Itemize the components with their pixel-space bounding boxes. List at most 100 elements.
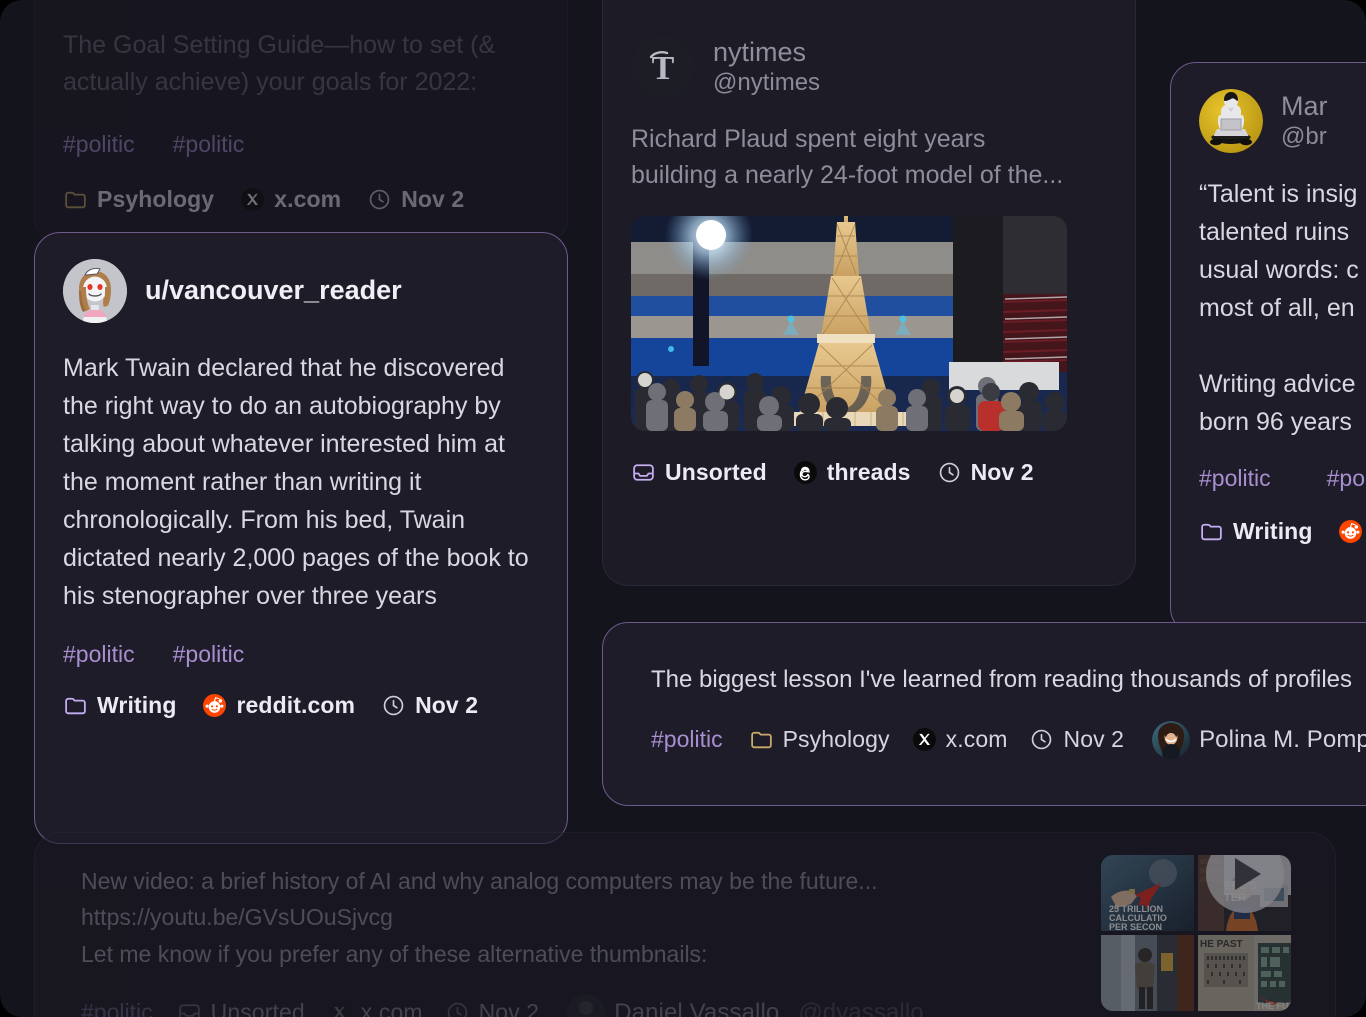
meta-date: Nov 2: [367, 186, 464, 213]
meta-date: Nov 2: [445, 999, 540, 1017]
card-board: The Goal Setting Guide—how to set (& act…: [0, 0, 1366, 1017]
folder-icon: [750, 731, 772, 749]
svg-text:PER SECON: PER SECON: [1109, 922, 1162, 931]
x-logo-icon: [241, 187, 265, 211]
meta-source[interactable]: x.com: [912, 726, 1008, 753]
list-item[interactable]: [1101, 935, 1194, 1011]
list-item[interactable]: 25 TRILLION CALCULATIO PER SECON: [1101, 855, 1194, 931]
tag-chip[interactable]: #politic: [63, 131, 135, 158]
meta-source[interactable]: threads: [793, 459, 911, 486]
meta-date-label: Nov 2: [401, 185, 465, 212]
meta-folder[interactable]: Writing: [1199, 518, 1312, 545]
card-meta-row: #politic Psyhology x.com Nov 2 Polina M.…: [651, 720, 1366, 759]
card-meta-row: Psyhology x.com Nov 2: [63, 186, 539, 213]
bookmark-card-biggest-lesson[interactable]: The biggest lesson I've learned from rea…: [602, 622, 1366, 806]
clock-icon: [447, 1003, 467, 1017]
list-item[interactable]: ERE'S TER: [1198, 855, 1291, 931]
reddit-logo-icon: [203, 694, 227, 717]
tag-list: #politic #po: [1199, 465, 1366, 492]
tag-chip[interactable]: #politic: [63, 641, 135, 668]
tag-chip[interactable]: #politic: [173, 131, 245, 158]
meta-folder-label: Writing: [97, 692, 177, 718]
meta-date: Nov 2: [381, 692, 478, 719]
card-body-text: Richard Plaud spent eight years building…: [631, 125, 1064, 190]
card-author-names: nytimes @nytimes: [713, 36, 820, 99]
x-logo-icon: [912, 728, 936, 752]
meta-folder[interactable]: Unsorted: [177, 999, 305, 1017]
card-body-text: The biggest lesson I've learned from rea…: [651, 666, 1353, 693]
app-root: The Goal Setting Guide—how to set (& act…: [0, 0, 1366, 1017]
svg-text:THE FUT: THE FUT: [1256, 1001, 1291, 1011]
thumb-punchcard-circuit: HE PAST THE FUT: [1198, 935, 1291, 1011]
meta-date-label: Nov 2: [415, 692, 479, 718]
svg-text:HE PAST: HE PAST: [1200, 939, 1243, 950]
list-item[interactable]: HE PAST THE FUT: [1198, 935, 1291, 1011]
card-meta-row: Writing: [1199, 518, 1366, 545]
reddit-snoo-avatar: [63, 259, 127, 323]
folder-icon: [65, 191, 86, 208]
card-author-header[interactable]: Mar @br: [1199, 89, 1366, 153]
card-author-header[interactable]: T nytimes @nytimes: [631, 35, 1107, 99]
meta-source[interactable]: reddit.com: [202, 692, 355, 719]
clock-icon: [1032, 729, 1052, 750]
meta-source-label: x.com: [945, 726, 1008, 753]
bookmark-card-talent-quote[interactable]: Mar @br “Talent is insig talented ruins …: [1170, 62, 1366, 634]
inbox-icon: [178, 1004, 200, 1017]
card-author-names: u/vancouver_reader: [145, 273, 402, 308]
clock-icon: [383, 695, 404, 716]
meta-folder-label: Psyhology: [97, 185, 215, 212]
card-meta-row: Writing reddit.com Nov 2: [63, 692, 539, 719]
folder-icon: [65, 697, 86, 715]
author-display-name: nytimes: [713, 36, 807, 67]
bookmark-card-goal-setting[interactable]: The Goal Setting Guide—how to set (& act…: [34, 0, 568, 244]
card-body-text: The Goal Setting Guide—how to set (& act…: [63, 31, 496, 96]
meta-folder-label: Psyhology: [782, 726, 890, 753]
x-logo-icon: [327, 1001, 351, 1017]
card-author-header[interactable]: u/vancouver_reader: [63, 259, 539, 323]
man-photo-avatar: [567, 993, 606, 1017]
meta-folder-label: Writing: [1233, 518, 1313, 544]
eiffel-tower-matchstick-photo: [631, 215, 1067, 431]
meta-folder[interactable]: Psyhology: [749, 726, 890, 753]
clock-icon: [939, 462, 959, 482]
meta-author-name: Polina M. Pomp: [1199, 725, 1366, 753]
thumb-hand-chip: 25 TRILLION CALCULATIO PER SECON: [1101, 855, 1194, 931]
meta-folder[interactable]: Unsorted: [631, 459, 767, 486]
nytimes-logo-avatar: T: [631, 35, 695, 99]
meta-source-label: x.com: [360, 999, 423, 1017]
meta-date-label: Nov 2: [478, 999, 540, 1017]
clock-icon: [369, 189, 390, 209]
author-display-name: Mar: [1281, 90, 1328, 121]
meta-date: Nov 2: [1029, 726, 1124, 753]
tag-chip[interactable]: #po: [1327, 465, 1365, 492]
meta-source[interactable]: x.com: [240, 186, 341, 213]
bookmark-card-nytimes[interactable]: T nytimes @nytimes Richard Plaud spent e…: [602, 0, 1136, 586]
tag-chip[interactable]: #politic: [81, 999, 153, 1017]
meta-source[interactable]: [1338, 519, 1366, 544]
tag-chip[interactable]: #politic: [173, 641, 245, 668]
folder-icon: [1201, 523, 1222, 541]
meta-folder[interactable]: Writing: [63, 692, 176, 719]
meta-date-label: Nov 2: [1063, 726, 1125, 753]
meta-author-name: Daniel Vassallo: [614, 998, 780, 1017]
bookmark-card-vancouver-reader[interactable]: u/vancouver_reader Mark Twain declared t…: [34, 232, 568, 844]
meta-folder-label: Unsorted: [210, 999, 305, 1017]
author-handle: @nytimes: [713, 69, 821, 97]
meta-folder[interactable]: Psyhology: [63, 186, 214, 213]
card-media[interactable]: [631, 215, 1067, 431]
card-body-text: “Talent is insig talented ruins usual wo…: [1199, 180, 1359, 436]
video-thumbnail-grid[interactable]: 25 TRILLION CALCULATIO PER SECON HE PAST…: [1101, 855, 1291, 1011]
meta-source[interactable]: x.com: [327, 999, 423, 1017]
threads-logo-icon: [793, 460, 817, 484]
reddit-logo-icon: [1339, 520, 1363, 543]
card-meta-row: Unsorted threads Nov 2: [631, 459, 1107, 486]
bookmark-card-ai-video[interactable]: New video: a brief history of AI and why…: [34, 832, 1336, 1017]
meta-author[interactable]: Polina M. Pomp: [1152, 720, 1366, 759]
tag-list: #politic #politic: [63, 641, 539, 668]
meta-folder-label: Unsorted: [665, 458, 767, 485]
meta-author[interactable]: Daniel Vassallo @dvassallo: [567, 993, 924, 1017]
card-body-text: Mark Twain declared that he discovered t…: [63, 354, 536, 610]
person-laptop-avatar: [1199, 89, 1263, 153]
tag-chip[interactable]: #politic: [1199, 465, 1271, 492]
tag-chip[interactable]: #politic: [651, 726, 723, 753]
